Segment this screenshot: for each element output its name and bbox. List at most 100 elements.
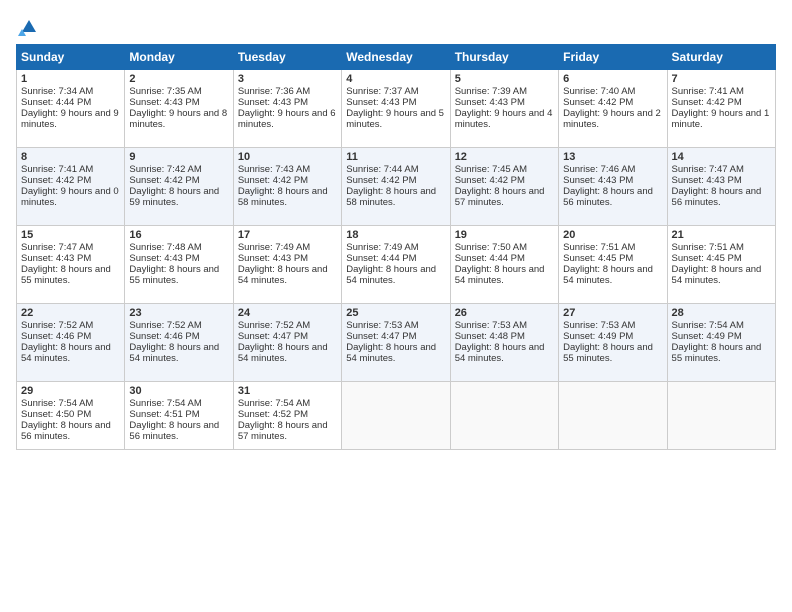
sunrise-label: Sunrise: 7:54 AM <box>129 398 201 409</box>
calendar-cell: 6Sunrise: 7:40 AMSunset: 4:42 PMDaylight… <box>559 69 667 147</box>
sunset-label: Sunset: 4:42 PM <box>563 97 633 108</box>
sunset-label: Sunset: 4:49 PM <box>563 331 633 342</box>
sunset-label: Sunset: 4:46 PM <box>21 331 91 342</box>
calendar-cell: 25Sunrise: 7:53 AMSunset: 4:47 PMDayligh… <box>342 303 450 381</box>
daylight-label: Daylight: 8 hours and 59 minutes. <box>129 186 219 208</box>
day-number: 18 <box>346 229 445 241</box>
calendar-cell <box>667 381 775 449</box>
calendar-cell: 16Sunrise: 7:48 AMSunset: 4:43 PMDayligh… <box>125 225 233 303</box>
daylight-label: Daylight: 8 hours and 55 minutes. <box>129 264 219 286</box>
sunrise-label: Sunrise: 7:36 AM <box>238 86 310 97</box>
col-header-wednesday: Wednesday <box>342 44 450 69</box>
daylight-label: Daylight: 9 hours and 6 minutes. <box>238 108 336 130</box>
logo-text <box>16 16 40 36</box>
sunset-label: Sunset: 4:43 PM <box>129 97 199 108</box>
page-header <box>16 16 776 36</box>
logo <box>16 16 40 36</box>
daylight-label: Daylight: 8 hours and 54 minutes. <box>238 342 328 364</box>
sunset-label: Sunset: 4:44 PM <box>21 97 91 108</box>
calendar-cell: 4Sunrise: 7:37 AMSunset: 4:43 PMDaylight… <box>342 69 450 147</box>
calendar-cell: 17Sunrise: 7:49 AMSunset: 4:43 PMDayligh… <box>233 225 341 303</box>
day-number: 19 <box>455 229 554 241</box>
sunrise-label: Sunrise: 7:41 AM <box>21 164 93 175</box>
sunrise-label: Sunrise: 7:40 AM <box>563 86 635 97</box>
sunrise-label: Sunrise: 7:49 AM <box>238 242 310 253</box>
sunrise-label: Sunrise: 7:50 AM <box>455 242 527 253</box>
sunrise-label: Sunrise: 7:42 AM <box>129 164 201 175</box>
daylight-label: Daylight: 8 hours and 56 minutes. <box>563 186 653 208</box>
day-number: 17 <box>238 229 337 241</box>
calendar-cell: 7Sunrise: 7:41 AMSunset: 4:42 PMDaylight… <box>667 69 775 147</box>
day-number: 7 <box>672 73 771 85</box>
day-number: 9 <box>129 151 228 163</box>
sunrise-label: Sunrise: 7:54 AM <box>21 398 93 409</box>
sunrise-label: Sunrise: 7:45 AM <box>455 164 527 175</box>
sunrise-label: Sunrise: 7:35 AM <box>129 86 201 97</box>
sunset-label: Sunset: 4:42 PM <box>672 97 742 108</box>
calendar-header-row: SundayMondayTuesdayWednesdayThursdayFrid… <box>17 44 776 69</box>
sunset-label: Sunset: 4:47 PM <box>238 331 308 342</box>
daylight-label: Daylight: 8 hours and 54 minutes. <box>129 342 219 364</box>
daylight-label: Daylight: 9 hours and 8 minutes. <box>129 108 227 130</box>
calendar-cell: 2Sunrise: 7:35 AMSunset: 4:43 PMDaylight… <box>125 69 233 147</box>
sunset-label: Sunset: 4:42 PM <box>21 175 91 186</box>
daylight-label: Daylight: 8 hours and 55 minutes. <box>672 342 762 364</box>
sunset-label: Sunset: 4:47 PM <box>346 331 416 342</box>
sunrise-label: Sunrise: 7:44 AM <box>346 164 418 175</box>
calendar-cell <box>342 381 450 449</box>
calendar-cell: 18Sunrise: 7:49 AMSunset: 4:44 PMDayligh… <box>342 225 450 303</box>
sunrise-label: Sunrise: 7:52 AM <box>129 320 201 331</box>
sunrise-label: Sunrise: 7:51 AM <box>563 242 635 253</box>
sunrise-label: Sunrise: 7:54 AM <box>672 320 744 331</box>
daylight-label: Daylight: 8 hours and 54 minutes. <box>455 342 545 364</box>
calendar-row: 15Sunrise: 7:47 AMSunset: 4:43 PMDayligh… <box>17 225 776 303</box>
calendar-cell <box>450 381 558 449</box>
day-number: 15 <box>21 229 120 241</box>
logo-icon-svg <box>16 16 40 35</box>
sunset-label: Sunset: 4:43 PM <box>129 253 199 264</box>
daylight-label: Daylight: 8 hours and 54 minutes. <box>672 264 762 286</box>
calendar-cell: 26Sunrise: 7:53 AMSunset: 4:48 PMDayligh… <box>450 303 558 381</box>
day-number: 23 <box>129 307 228 319</box>
daylight-label: Daylight: 9 hours and 1 minute. <box>672 108 770 130</box>
calendar-cell <box>559 381 667 449</box>
col-header-sunday: Sunday <box>17 44 125 69</box>
calendar-table: SundayMondayTuesdayWednesdayThursdayFrid… <box>16 44 776 450</box>
daylight-label: Daylight: 8 hours and 54 minutes. <box>238 264 328 286</box>
day-number: 1 <box>21 73 120 85</box>
sunrise-label: Sunrise: 7:54 AM <box>238 398 310 409</box>
calendar-cell: 15Sunrise: 7:47 AMSunset: 4:43 PMDayligh… <box>17 225 125 303</box>
day-number: 30 <box>129 385 228 397</box>
calendar-cell: 13Sunrise: 7:46 AMSunset: 4:43 PMDayligh… <box>559 147 667 225</box>
daylight-label: Daylight: 8 hours and 56 minutes. <box>672 186 762 208</box>
daylight-label: Daylight: 8 hours and 58 minutes. <box>238 186 328 208</box>
daylight-label: Daylight: 9 hours and 0 minutes. <box>21 186 119 208</box>
daylight-label: Daylight: 8 hours and 54 minutes. <box>563 264 653 286</box>
sunset-label: Sunset: 4:44 PM <box>455 253 525 264</box>
calendar-cell: 19Sunrise: 7:50 AMSunset: 4:44 PMDayligh… <box>450 225 558 303</box>
calendar-cell: 20Sunrise: 7:51 AMSunset: 4:45 PMDayligh… <box>559 225 667 303</box>
calendar-row: 29Sunrise: 7:54 AMSunset: 4:50 PMDayligh… <box>17 381 776 449</box>
day-number: 28 <box>672 307 771 319</box>
day-number: 11 <box>346 151 445 163</box>
calendar-cell: 9Sunrise: 7:42 AMSunset: 4:42 PMDaylight… <box>125 147 233 225</box>
daylight-label: Daylight: 8 hours and 54 minutes. <box>21 342 111 364</box>
day-number: 20 <box>563 229 662 241</box>
sunrise-label: Sunrise: 7:43 AM <box>238 164 310 175</box>
calendar-cell: 10Sunrise: 7:43 AMSunset: 4:42 PMDayligh… <box>233 147 341 225</box>
sunrise-label: Sunrise: 7:49 AM <box>346 242 418 253</box>
daylight-label: Daylight: 8 hours and 57 minutes. <box>238 420 328 442</box>
daylight-label: Daylight: 9 hours and 9 minutes. <box>21 108 119 130</box>
sunset-label: Sunset: 4:49 PM <box>672 331 742 342</box>
sunset-label: Sunset: 4:51 PM <box>129 409 199 420</box>
sunset-label: Sunset: 4:43 PM <box>238 97 308 108</box>
calendar-cell: 3Sunrise: 7:36 AMSunset: 4:43 PMDaylight… <box>233 69 341 147</box>
sunset-label: Sunset: 4:52 PM <box>238 409 308 420</box>
calendar-cell: 12Sunrise: 7:45 AMSunset: 4:42 PMDayligh… <box>450 147 558 225</box>
sunset-label: Sunset: 4:45 PM <box>672 253 742 264</box>
sunrise-label: Sunrise: 7:47 AM <box>672 164 744 175</box>
day-number: 14 <box>672 151 771 163</box>
sunset-label: Sunset: 4:44 PM <box>346 253 416 264</box>
sunset-label: Sunset: 4:43 PM <box>346 97 416 108</box>
calendar-cell: 30Sunrise: 7:54 AMSunset: 4:51 PMDayligh… <box>125 381 233 449</box>
